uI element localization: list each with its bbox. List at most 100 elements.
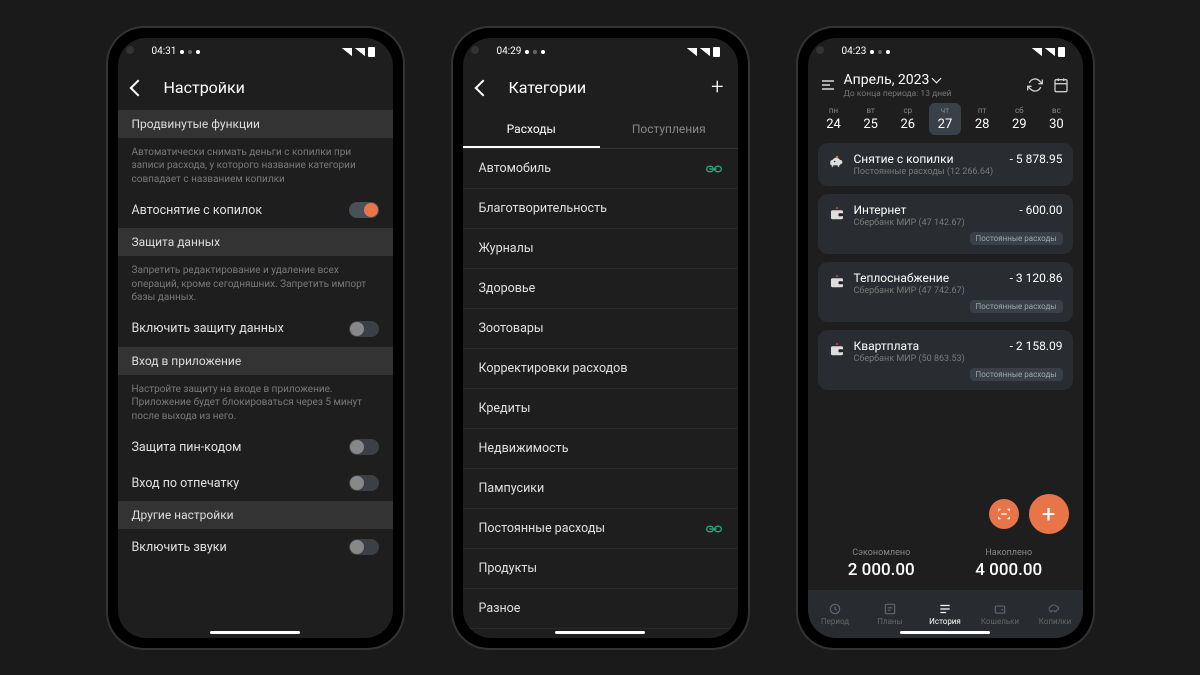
day-cell[interactable]: пн24: [818, 103, 850, 135]
fab-add-button[interactable]: +: [1029, 494, 1069, 534]
phone-categories: 04:29 Категории + Расходы Поступления Ав…: [453, 28, 748, 648]
tab-income[interactable]: Поступления: [600, 110, 738, 148]
setting-label: Включить звуки: [132, 540, 227, 555]
category-label: Продукты: [479, 561, 538, 576]
home-indicator[interactable]: [900, 631, 990, 634]
transaction-card[interactable]: Интернет- 600.00Сбербанк МИР (47 142.67)…: [818, 194, 1073, 254]
nav-item[interactable]: Копилки: [1028, 590, 1083, 638]
category-label: Недвижимость: [479, 441, 569, 456]
status-indicator-icon: [180, 50, 184, 54]
day-cell[interactable]: чт 27: [929, 103, 961, 135]
clock: 04:23: [842, 46, 867, 57]
category-row[interactable]: Недвижимость: [463, 429, 738, 469]
status-indicator-icon: [886, 50, 890, 54]
nav-icon: [1048, 601, 1062, 615]
toggle-switch[interactable]: [349, 439, 379, 455]
category-row[interactable]: Разное: [463, 589, 738, 629]
calendar-icon[interactable]: [1053, 77, 1069, 93]
category-row[interactable]: Благотворительность: [463, 189, 738, 229]
category-row[interactable]: Зоотовары: [463, 309, 738, 349]
status-bar: 04:29: [463, 38, 738, 66]
clock: 04:31: [152, 46, 177, 57]
home-indicator[interactable]: [555, 631, 645, 634]
category-row[interactable]: Автомобиль: [463, 149, 738, 189]
period-remaining: До конца периода: 13 дней: [844, 89, 1017, 99]
toggle-switch[interactable]: [349, 539, 379, 555]
setting-row[interactable]: Защита пин-кодом: [118, 429, 393, 465]
category-row[interactable]: Постоянные расходы: [463, 509, 738, 549]
transaction-title: Интернет: [854, 203, 907, 217]
setting-row[interactable]: Автоснятие с копилок: [118, 192, 393, 228]
month-picker[interactable]: Апрель, 2023: [844, 72, 1017, 88]
clock: 04:29: [497, 46, 522, 57]
nav-label: Период: [821, 617, 849, 626]
camera-notch: [816, 46, 824, 54]
day-cell[interactable]: вт25: [855, 103, 887, 135]
home-indicator[interactable]: [210, 631, 300, 634]
transaction-card[interactable]: Квартплата- 2 158.09Сбербанк МИР (50 863…: [818, 330, 1073, 390]
settings-list: Продвинутые функцииАвтоматически снимать…: [118, 110, 393, 638]
category-label: Здоровье: [479, 281, 536, 296]
category-label: Постоянные расходы: [479, 521, 606, 536]
day-cell[interactable]: сб29: [1003, 103, 1035, 135]
wifi-icon: [355, 48, 365, 56]
category-row[interactable]: Кредиты: [463, 389, 738, 429]
status-indicator-icon: [196, 50, 200, 54]
wifi-icon: [700, 48, 710, 56]
category-row[interactable]: Здоровье: [463, 269, 738, 309]
transaction-card[interactable]: Теплоснабжение- 3 120.86Сбербанк МИР (47…: [818, 262, 1073, 322]
day-cell[interactable]: вс30: [1040, 103, 1072, 135]
transaction-tag: Постоянные расходы: [970, 368, 1063, 381]
transaction-card[interactable]: Снятие с копилки - 5 878.95Постоянные рас…: [818, 143, 1073, 186]
nav-label: Кошельки: [981, 617, 1019, 626]
day-of-week: чт: [941, 106, 949, 115]
saved-value: 2 000.00: [818, 560, 946, 580]
status-indicator-icon: [533, 50, 537, 54]
wallet-icon: [828, 273, 846, 291]
toggle-switch[interactable]: [349, 475, 379, 491]
day-of-week: пн: [829, 106, 838, 115]
day-number: 27: [938, 117, 953, 132]
setting-row[interactable]: Вход по отпечатку: [118, 465, 393, 501]
category-row[interactable]: Корректировки расходов: [463, 349, 738, 389]
transaction-amount: - 5 878.95: [1010, 152, 1063, 166]
category-row[interactable]: Пампусики: [463, 469, 738, 509]
nav-icon: [993, 601, 1007, 615]
nav-item[interactable]: Период: [808, 590, 863, 638]
setting-label: Вход по отпечатку: [132, 476, 240, 491]
fab-scan-button[interactable]: [989, 499, 1019, 529]
section-header: Вход в приложение: [118, 347, 393, 375]
chevron-down-icon: [932, 74, 942, 84]
toggle-switch[interactable]: [349, 202, 379, 218]
day-number: 26: [901, 117, 916, 132]
category-label: Кредиты: [479, 401, 531, 416]
saved-label: Сэкономлено: [818, 548, 946, 558]
status-indicator-icon: [188, 50, 192, 54]
toggle-switch[interactable]: [349, 321, 379, 337]
transaction-subtitle: Постоянные расходы (12 266.64): [854, 167, 1063, 177]
day-of-week: сб: [1015, 106, 1024, 115]
battery-icon: [1058, 47, 1065, 57]
category-row[interactable]: Продукты: [463, 549, 738, 589]
wifi-icon: [1045, 48, 1055, 56]
month-label: Апрель, 2023: [844, 72, 930, 88]
menu-icon[interactable]: [822, 80, 834, 90]
camera-notch: [126, 46, 134, 54]
setting-row[interactable]: Включить защиту данных: [118, 311, 393, 347]
nav-label: История: [929, 617, 961, 626]
category-label: Корректировки расходов: [479, 361, 628, 376]
tab-expenses[interactable]: Расходы: [463, 110, 601, 148]
sync-icon[interactable]: [1027, 77, 1043, 93]
app-bar: Категории +: [463, 66, 738, 110]
transaction-title: Снятие с копилки: [854, 152, 954, 166]
category-row[interactable]: Журналы: [463, 229, 738, 269]
add-category-button[interactable]: +: [711, 75, 723, 100]
back-icon[interactable]: [474, 79, 491, 96]
setting-row[interactable]: Включить звуки: [118, 529, 393, 565]
stored-value: 4 000.00: [945, 560, 1073, 580]
day-cell[interactable]: пт28: [966, 103, 998, 135]
day-cell[interactable]: ср26: [892, 103, 924, 135]
back-icon[interactable]: [129, 79, 146, 96]
nav-icon: [828, 601, 842, 615]
section-header: Продвинутые функции: [118, 110, 393, 138]
